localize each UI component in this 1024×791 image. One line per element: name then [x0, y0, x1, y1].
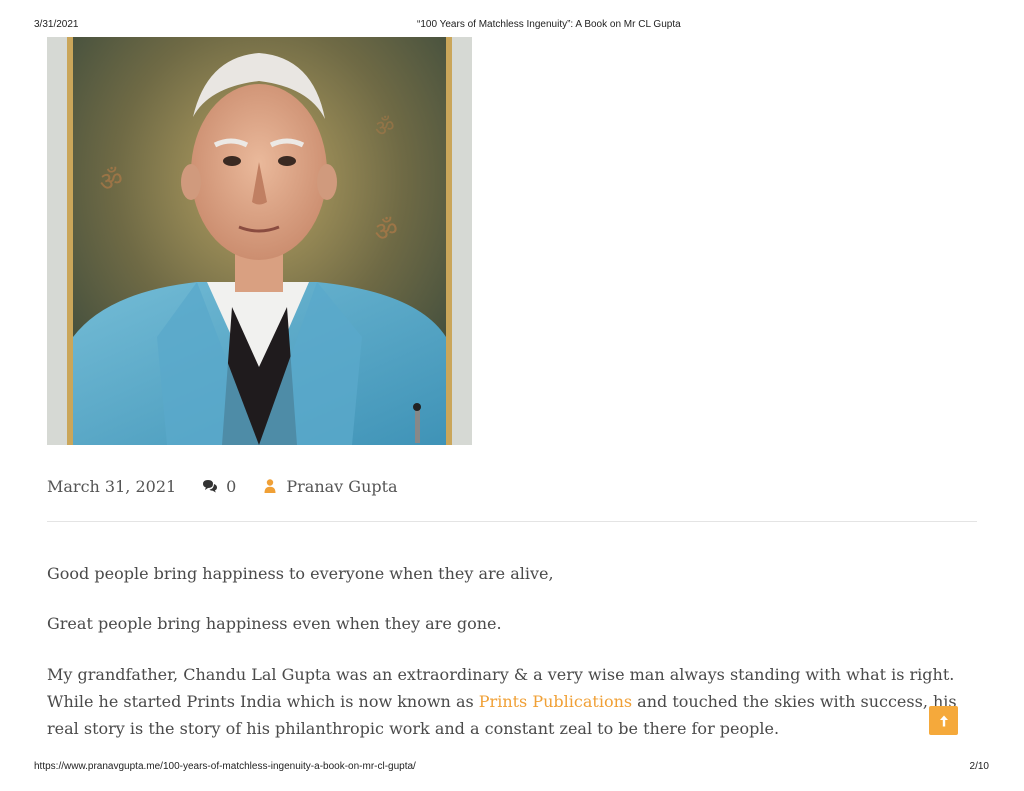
arrow-up-icon	[939, 715, 948, 726]
meta-divider	[47, 521, 977, 522]
print-url: https://www.pranavgupta.me/100-years-of-…	[34, 761, 416, 772]
paragraph-3: My grandfather, Chandu Lal Gupta was an …	[47, 661, 982, 742]
portrait-painting: ॐ ॐ ॐ	[47, 37, 472, 445]
comments-link[interactable]: 0	[202, 477, 236, 496]
user-icon	[262, 478, 278, 494]
print-footer: https://www.pranavgupta.me/100-years-of-…	[0, 759, 1024, 779]
prints-publications-link[interactable]: Prints Publications	[479, 692, 632, 711]
author-link[interactable]: Pranav Gupta	[262, 476, 398, 496]
comment-count: 0	[226, 476, 237, 496]
print-header: 3/31/2021 “100 Years of Matchless Ingenu…	[0, 17, 1024, 37]
scroll-to-top-button[interactable]	[929, 706, 958, 735]
paragraph-1: Good people bring happiness to everyone …	[47, 564, 554, 583]
post-date: March 31, 2021	[47, 476, 177, 496]
print-page-title: “100 Years of Matchless Ingenuity”: A Bo…	[417, 19, 681, 30]
comments-icon	[202, 478, 218, 494]
print-date: 3/31/2021	[34, 19, 79, 30]
paragraph-2: Great people bring happiness even when t…	[47, 614, 502, 633]
post-meta: March 31, 2021 0 Pranav Gupta	[47, 474, 398, 498]
featured-portrait-image: ॐ ॐ ॐ	[47, 37, 472, 445]
page-number: 2/10	[969, 761, 989, 772]
author-name: Pranav Gupta	[286, 476, 398, 496]
